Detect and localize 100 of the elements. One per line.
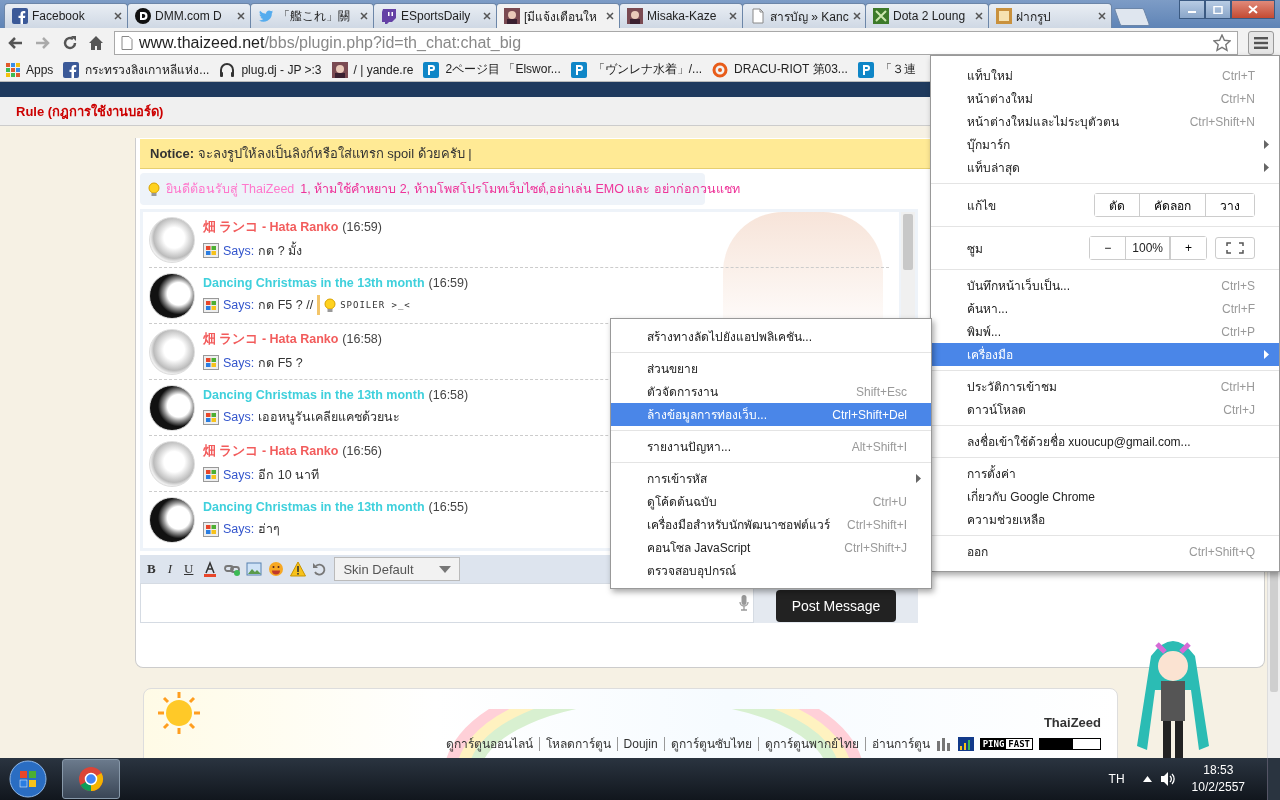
bookmark-item[interactable]: 「ヴンレナ水着」/... xyxy=(570,61,703,78)
back-arrow-icon[interactable] xyxy=(6,35,24,51)
browser-tab[interactable]: DMM.com D xyxy=(127,3,251,28)
browser-tab[interactable]: [มีแจ้งเตือนให xyxy=(496,3,620,28)
menu-item[interactable]: ดาวน์โหลด Ctrl+J xyxy=(931,398,1279,421)
p-logo-icon xyxy=(423,61,440,78)
ping-badge: PING FAST xyxy=(979,737,1033,750)
menu-item[interactable]: คอนโซล JavaScript Ctrl+Shift+J xyxy=(611,536,931,559)
underline-button[interactable]: U xyxy=(181,561,197,577)
close-icon[interactable] xyxy=(729,12,737,20)
bookmark-item[interactable]: plug.dj - JP >:3 xyxy=(219,61,322,78)
menu-item[interactable]: ล้างข้อมูลการท่องเว็บ... Ctrl+Shift+Del xyxy=(611,403,931,426)
menu-item[interactable]: พิมพ์... Ctrl+P xyxy=(931,320,1279,343)
close-icon[interactable] xyxy=(114,12,122,20)
scroll-thumb[interactable] xyxy=(903,214,913,270)
home-icon[interactable] xyxy=(88,35,104,51)
menu-item[interactable]: ส่วนขยาย xyxy=(611,357,931,380)
message-input[interactable] xyxy=(140,583,754,623)
start-orb-icon[interactable] xyxy=(8,759,48,799)
submenu-arrow-icon xyxy=(1264,163,1269,172)
menu-item[interactable]: เกี่ยวกับ Google Chrome xyxy=(931,485,1279,508)
menu-item[interactable]: ออก Ctrl+Shift+Q xyxy=(931,540,1279,563)
bookmark-item[interactable]: 「３連 xyxy=(857,61,916,78)
new-tab-button[interactable] xyxy=(1113,8,1151,26)
divider-line-icon xyxy=(757,736,759,751)
close-icon[interactable] xyxy=(606,12,614,20)
menu-item[interactable]: รายงานปัญหา... Alt+Shift+I xyxy=(611,435,931,458)
menu-item[interactable]: ประวัติการเข้าชม Ctrl+H xyxy=(931,375,1279,398)
zoom-value: 100% xyxy=(1125,237,1170,259)
edit-button[interactable]: วาง xyxy=(1205,194,1254,216)
footer-link[interactable]: อ่านการ์ตูน xyxy=(871,734,930,753)
text-color-icon[interactable] xyxy=(202,561,219,577)
close-icon[interactable] xyxy=(360,12,368,20)
zoom-in-button[interactable]: + xyxy=(1170,237,1206,259)
menu-item[interactable]: ดูโค้ดต้นฉบับ Ctrl+U xyxy=(611,490,931,513)
says-label: Says: xyxy=(223,410,255,424)
menu-item[interactable]: ตัวจัดการงาน Shift+Esc xyxy=(611,380,931,403)
menu-item[interactable]: หน้าต่างใหม่ Ctrl+N xyxy=(931,87,1279,110)
menu-item[interactable]: เครื่องมือสำหรับนักพัฒนาซอฟต์แวร์ Ctrl+Shift+I xyxy=(611,513,931,536)
menu-item[interactable]: ลงชื่อเข้าใช้ด้วยชื่อ xuoucup@gmail.com... xyxy=(931,430,1279,453)
maximize-button[interactable] xyxy=(1205,0,1231,19)
menu-item[interactable]: เครื่องมือ xyxy=(931,343,1279,366)
footer-link[interactable]: Doujin xyxy=(623,736,658,751)
chrome-taskbar-button[interactable] xyxy=(62,759,120,799)
menu-item[interactable]: การเข้ารหัส xyxy=(611,467,931,490)
footer-link[interactable]: ดูการ์ตูนพากย์ไทย xyxy=(764,734,859,753)
close-icon[interactable] xyxy=(1098,12,1106,20)
close-icon[interactable] xyxy=(852,12,861,20)
footer-link[interactable]: โหลดการ์ตูน xyxy=(545,734,611,753)
clock[interactable]: 18:53 10/2/2557 xyxy=(1191,762,1245,796)
close-icon[interactable] xyxy=(975,12,983,20)
star-icon[interactable] xyxy=(1213,34,1231,52)
rule-link[interactable]: Rule (กฎการใช้งานบอร์ด) xyxy=(16,100,164,122)
browser-tab[interactable]: Dota 2 Loung xyxy=(865,3,989,28)
minimize-button[interactable] xyxy=(1179,0,1205,19)
menu-item[interactable]: สร้างทางลัดไปยังแอปพลิเคชัน... xyxy=(611,325,931,348)
round-logo-icon xyxy=(78,766,104,792)
menu-button[interactable] xyxy=(1248,31,1274,55)
italic-button[interactable]: I xyxy=(164,561,175,577)
bookmark-item[interactable]: DRACU-RIOT 第03... xyxy=(712,61,848,78)
picture-icon[interactable] xyxy=(246,561,263,577)
message-text: กด ? มั้ง xyxy=(258,240,303,260)
bookmark-item[interactable]: / | yande.re xyxy=(331,61,414,78)
speaker-icon[interactable] xyxy=(1159,771,1176,787)
reload-icon[interactable] xyxy=(62,35,78,51)
menu-item[interactable]: แท็บใหม่ Ctrl+T xyxy=(931,64,1279,87)
fullscreen-button[interactable] xyxy=(1215,237,1255,259)
browser-tab[interactable]: สารบัญ » Kanc xyxy=(742,3,866,28)
browser-tab[interactable]: Facebook xyxy=(4,3,128,28)
browser-tab[interactable]: 「艦これ」關 xyxy=(250,3,374,28)
browser-tab[interactable]: ESportsDaily xyxy=(373,3,497,28)
close-icon[interactable] xyxy=(483,12,491,20)
bold-button[interactable]: B xyxy=(144,561,159,577)
bookmark-item[interactable]: Apps xyxy=(6,62,54,77)
post-message-button[interactable]: Post Message xyxy=(775,590,897,622)
site-name: ThaiZeed xyxy=(1043,715,1101,730)
up-arrow-icon[interactable] xyxy=(1142,776,1152,782)
browser-tab[interactable]: ฝากรูป xyxy=(988,3,1112,28)
microphone-icon[interactable] xyxy=(739,595,749,611)
skin-dropdown[interactable]: Skin Default xyxy=(334,557,461,581)
shortcut-text: Ctrl+Shift+J xyxy=(844,540,907,555)
address-field[interactable]: www.thaizeed.net/bbs/plugin.php?id=th_chat:chat_big xyxy=(114,31,1238,55)
spoiler-label[interactable]: SPOILER >_< xyxy=(340,300,411,310)
language-indicator[interactable]: TH xyxy=(1108,772,1125,786)
menu-item[interactable]: ค้นหา... Ctrl+F xyxy=(931,297,1279,320)
browser-tab[interactable]: Misaka-Kaze xyxy=(619,3,743,28)
smiley-icon[interactable] xyxy=(268,561,285,577)
menu-item[interactable]: บันทึกหน้าเว็บเป็น... Ctrl+S xyxy=(931,274,1279,297)
menu-item[interactable]: การตั้งค่า xyxy=(931,462,1279,485)
footer-link[interactable]: ดูการ์ตูนออนไลน์ xyxy=(445,734,533,753)
close-icon[interactable] xyxy=(237,12,245,20)
menu-item[interactable]: ความช่วยเหลือ xyxy=(931,508,1279,531)
shortcut-text: Ctrl+J xyxy=(1223,402,1255,417)
bookmark-item[interactable]: 2ページ目 「Elswor... xyxy=(423,61,561,78)
menu-item[interactable]: หน้าต่างใหม่และไม่ระบุตัวตน Ctrl+Shift+N xyxy=(931,110,1279,133)
warning-icon[interactable] xyxy=(290,561,307,577)
footer-link[interactable]: ดูการ์ตูนซับไทย xyxy=(670,734,752,753)
menu-item[interactable]: ตรวจสอบอุปกรณ์ xyxy=(611,559,931,582)
bookmark-item[interactable]: กระทรวงลิงเกาหลีแห่ง... xyxy=(63,60,210,79)
close-button[interactable] xyxy=(1231,0,1275,19)
